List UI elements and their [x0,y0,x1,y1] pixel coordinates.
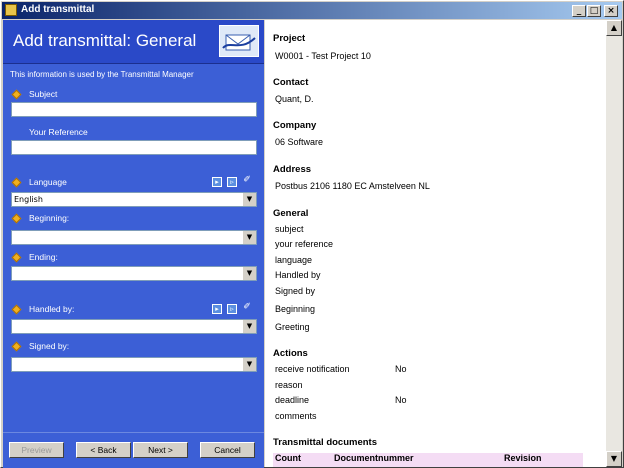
ending-select[interactable]: ▼ [11,266,257,281]
general-item: Greeting [275,322,310,332]
signed-by-label: Signed by: [29,341,70,351]
subject-label: Subject [29,89,58,99]
company-value: 06 Software [275,137,324,147]
reference-input[interactable] [11,140,257,155]
general-item: language [275,255,313,265]
scroll-up-icon[interactable]: ▲ [606,20,622,36]
maximize-button[interactable]: □ [587,5,601,17]
import-icon[interactable]: ▸ [212,304,222,314]
general-item: Signed by [275,286,316,296]
ending-label: Ending: [29,252,58,262]
handled-by-label: Handled by: [29,304,75,314]
handled-by-select[interactable]: ▼ [11,319,257,334]
project-value: W0001 - Test Project 10 [275,51,371,61]
eraser-icon[interactable]: ✐ [242,176,252,186]
reference-label: Your Reference [29,127,88,137]
chevron-down-icon[interactable]: ▼ [242,267,256,280]
summary-panel: Project W0001 - Test Project 10 Contact … [265,20,606,467]
vertical-scrollbar[interactable]: ▲ ▼ [606,20,622,467]
eraser-icon[interactable]: ✐ [242,303,252,313]
company-heading: Company [273,120,317,131]
column-header-revision[interactable]: Revision [504,453,542,463]
required-icon [11,177,22,188]
action-name: receive notification [275,364,350,374]
transmittal-envelope-icon [219,25,259,57]
address-heading: Address [273,164,312,175]
chevron-down-icon[interactable]: ▼ [242,193,256,206]
chevron-down-icon[interactable]: ▼ [242,320,256,333]
window-title: Add transmittal [21,4,95,15]
chevron-down-icon[interactable]: ▼ [242,358,256,371]
subject-input[interactable] [11,102,257,117]
action-value: No [395,364,407,374]
required-icon [11,252,22,263]
signed-by-select[interactable]: ▼ [11,357,257,372]
required-icon [11,304,22,315]
close-button[interactable]: × [604,5,618,17]
intro-text: This information is used by the Transmit… [10,70,194,79]
copy-icon[interactable]: ▹ [227,177,237,187]
wizard-panel: Add transmittal: General This informatio… [3,20,264,468]
wizard-button-bar: Preview < Back Next > Cancel [3,432,264,468]
title-bar[interactable]: Add transmittal _ □ × [2,2,622,19]
action-value: No [395,395,407,405]
scroll-down-icon[interactable]: ▼ [606,451,622,467]
language-select[interactable]: English ▼ [11,192,257,207]
preview-button[interactable]: Preview [9,442,64,458]
required-icon [11,341,22,352]
minimize-button[interactable]: _ [572,5,586,17]
wizard-header: Add transmittal: General [3,20,264,64]
column-header-documentnummer[interactable]: Documentnummer [334,453,414,463]
address-value: Postbus 2106 1180 EC Amstelveen NL [275,181,430,191]
beginning-select[interactable]: ▼ [11,230,257,245]
general-item: Handled by [275,270,321,280]
cancel-button[interactable]: Cancel [200,442,255,458]
general-heading: General [273,208,309,219]
next-button[interactable]: Next > [133,442,188,458]
add-transmittal-window: Add transmittal _ □ × Add transmittal: G… [0,0,624,468]
action-name: comments [275,411,317,421]
copy-icon[interactable]: ▹ [227,304,237,314]
actions-heading: Actions [273,348,308,359]
general-item: subject [275,224,304,234]
general-item: Beginning [275,304,316,314]
documents-heading: Transmittal documents [273,437,377,448]
required-icon [11,89,22,100]
project-heading: Project [273,33,306,44]
import-icon[interactable]: ▸ [212,177,222,187]
column-header-count[interactable]: Count [275,453,301,463]
contact-value: Quant, D. [275,94,314,104]
language-label: Language [29,177,67,187]
documents-table-header: Count Documentnummer Revision [273,453,583,467]
general-item: your reference [275,239,334,249]
back-button[interactable]: < Back [76,442,131,458]
page-title: Add transmittal: General [13,31,197,50]
language-value: English [14,195,43,204]
beginning-label: Beginning: [29,213,70,223]
contact-heading: Contact [273,77,309,88]
chevron-down-icon[interactable]: ▼ [242,231,256,244]
required-icon [11,213,22,224]
action-name: reason [275,380,303,390]
action-name: deadline [275,395,310,405]
app-icon [5,4,17,16]
